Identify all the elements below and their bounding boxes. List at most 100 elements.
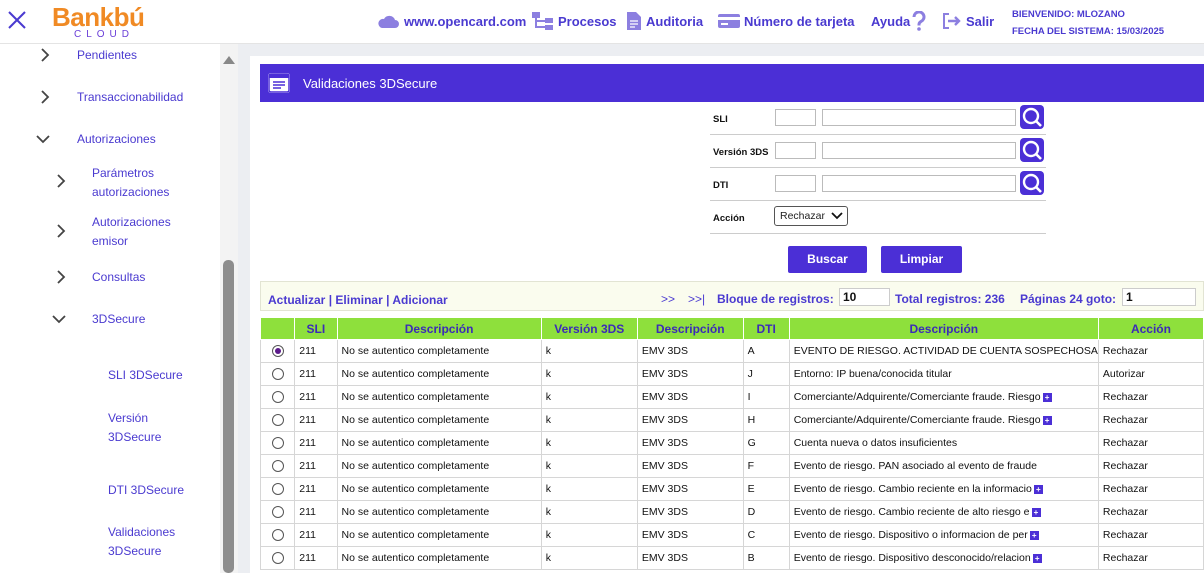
- scroll-up-arrow-icon[interactable]: [223, 56, 235, 64]
- accion-label: Acción: [713, 213, 745, 224]
- dti-code-input[interactable]: [775, 175, 816, 192]
- row-radio-button[interactable]: [271, 506, 284, 519]
- row-radio-button[interactable]: [271, 414, 284, 427]
- bankbu-logo[interactable]: Bankbú CLOUD: [52, 2, 162, 40]
- sli-search-button[interactable]: [1020, 105, 1044, 129]
- nav-opencard-link[interactable]: www.opencard.com: [376, 11, 526, 31]
- version-description-cell: EMV 3DS: [636, 408, 744, 432]
- sidebar-item-3dsecure[interactable]: 3DSecure: [92, 310, 145, 329]
- col-header-version[interactable]: Versión 3DS: [540, 317, 638, 340]
- table-row[interactable]: 211 No se autentico completamente k EMV 3DS…: [259, 362, 1204, 386]
- accion-cell: Rechazar: [1097, 477, 1204, 501]
- sidebar-scroll-thumb[interactable]: [223, 260, 234, 573]
- row-radio-button[interactable]: [271, 437, 284, 450]
- expand-plus-icon[interactable]: +: [1032, 553, 1042, 563]
- sidebar-item-autorizaciones[interactable]: Autorizaciones: [77, 130, 156, 149]
- chevron-right-icon[interactable]: [38, 90, 52, 104]
- col-header-sli-descripcion[interactable]: Descripción: [336, 317, 542, 340]
- chevron-right-icon[interactable]: [38, 48, 52, 62]
- nav-procesos-link[interactable]: Procesos: [532, 11, 617, 31]
- sidebar-item-pendientes[interactable]: Pendientes: [77, 46, 137, 65]
- version-search-button[interactable]: [1020, 138, 1044, 162]
- separator: |: [386, 293, 390, 307]
- logout-icon: [943, 13, 961, 29]
- sidebar-leaf-version-3dsecure[interactable]: Versión 3DSecure: [108, 409, 161, 447]
- table-row[interactable]: 211 No se autentico completamente k EMV 3DS…: [259, 431, 1204, 455]
- sli-cell: 211: [294, 385, 338, 409]
- chevron-down-icon[interactable]: [36, 132, 50, 146]
- col-header-dti[interactable]: DTI: [742, 317, 790, 340]
- accion-select[interactable]: Rechazar: [774, 206, 848, 226]
- col-header-accion[interactable]: Acción: [1097, 317, 1204, 340]
- dti-cell: G: [742, 431, 790, 455]
- paginas-label: Páginas 24 goto:: [1020, 292, 1117, 306]
- nav-ayuda-link[interactable]: Ayuda: [871, 11, 930, 31]
- chevron-down-icon[interactable]: [52, 312, 66, 326]
- row-radio-button[interactable]: [271, 345, 284, 358]
- chevron-right-icon[interactable]: [54, 270, 68, 284]
- nav-auditoria-link[interactable]: Auditoria: [626, 11, 703, 31]
- buscar-button[interactable]: Buscar: [788, 246, 867, 273]
- sli-cell: 211: [294, 477, 338, 501]
- table-row[interactable]: 211 No se autentico completamente k EMV 3DS…: [259, 500, 1204, 524]
- chevron-right-icon[interactable]: [54, 174, 68, 188]
- nav-salir-link[interactable]: Salir: [942, 11, 994, 31]
- row-radio-button[interactable]: [271, 529, 284, 542]
- col-header-version-descripcion[interactable]: Descripción: [636, 317, 744, 340]
- actualizar-link[interactable]: Actualizar: [268, 293, 325, 307]
- content-panel: Validaciones 3DSecure SLI Versión 3DS DT…: [250, 56, 1204, 573]
- dti-search-button[interactable]: [1020, 171, 1044, 195]
- expand-plus-icon[interactable]: +: [1042, 392, 1052, 402]
- sidebar-item-transaccionabilidad[interactable]: Transaccionabilidad: [77, 88, 183, 107]
- row-radio-button[interactable]: [271, 391, 284, 404]
- last-page-link[interactable]: >>|: [688, 292, 705, 306]
- expand-plus-icon[interactable]: +: [1031, 507, 1041, 517]
- version-description-cell: EMV 3DS: [636, 546, 744, 570]
- dti-description-input[interactable]: [822, 175, 1016, 192]
- sidebar-item-consultas[interactable]: Consultas: [92, 268, 145, 287]
- version-code-input[interactable]: [775, 142, 816, 159]
- table-row[interactable]: 211 No se autentico completamente k EMV 3DS…: [259, 385, 1204, 409]
- adicionar-link[interactable]: Adicionar: [392, 293, 447, 307]
- search-icon: [1022, 140, 1042, 160]
- table-row[interactable]: 211 No se autentico completamente k EMV 3DS…: [259, 523, 1204, 547]
- dti-description-text: Evento de riesgo. PAN asociado al evento…: [793, 460, 1037, 472]
- sidebar-item-autorizaciones-emisor[interactable]: Autorizaciones emisor: [92, 213, 171, 251]
- version-cell: k: [540, 431, 638, 455]
- sidebar-leaf-dti-3dsecure[interactable]: DTI 3DSecure: [108, 481, 184, 500]
- col-header-dti-descripcion[interactable]: Descripción: [788, 317, 1099, 340]
- limpiar-button[interactable]: Limpiar: [881, 246, 962, 273]
- table-row[interactable]: 211 No se autentico completamente k EMV 3DS…: [259, 454, 1204, 478]
- expand-plus-icon[interactable]: +: [1033, 484, 1043, 494]
- chevron-right-icon[interactable]: [54, 224, 68, 238]
- bloque-input[interactable]: 10: [839, 288, 890, 306]
- table-row[interactable]: 211 No se autentico completamente k EMV 3DS…: [259, 477, 1204, 501]
- goto-page-input[interactable]: 1: [1122, 288, 1196, 306]
- sli-code-input[interactable]: [775, 109, 816, 126]
- nav-numero-tarjeta-link[interactable]: Número de tarjeta: [718, 11, 855, 31]
- sidebar-leaf-validaciones-3dsecure[interactable]: Validaciones 3DSecure: [108, 523, 175, 561]
- close-menu-icon[interactable]: [6, 9, 28, 31]
- dti-cell: J: [742, 362, 790, 386]
- sli-description-input[interactable]: [822, 109, 1016, 126]
- row-radio-button[interactable]: [271, 483, 284, 496]
- row-radio-button[interactable]: [271, 368, 284, 381]
- page-title: Validaciones 3DSecure: [303, 76, 438, 91]
- document-icon: [627, 12, 641, 30]
- table-row[interactable]: 211 No se autentico completamente k EMV 3DS…: [259, 339, 1204, 363]
- sli-description-cell: No se autentico completamente: [336, 339, 542, 363]
- expand-plus-icon[interactable]: +: [1042, 415, 1052, 425]
- version-description-input[interactable]: [822, 142, 1016, 159]
- search-icon: [1022, 107, 1042, 127]
- table-row[interactable]: 211 No se autentico completamente k EMV 3DS…: [259, 408, 1204, 432]
- nav-label: Auditoria: [646, 13, 704, 29]
- row-radio-button[interactable]: [271, 552, 284, 565]
- sidebar-item-parametros-autorizaciones[interactable]: Parámetros autorizaciones: [92, 164, 169, 202]
- row-radio-button[interactable]: [271, 460, 284, 473]
- next-page-link[interactable]: >>: [661, 292, 675, 306]
- eliminar-link[interactable]: Eliminar: [335, 293, 382, 307]
- col-header-sli[interactable]: SLI: [294, 317, 338, 340]
- expand-plus-icon[interactable]: +: [1029, 530, 1039, 540]
- table-row[interactable]: 211 No se autentico completamente k EMV 3DS…: [259, 546, 1204, 570]
- sidebar-leaf-sli-3dsecure[interactable]: SLI 3DSecure: [108, 366, 183, 385]
